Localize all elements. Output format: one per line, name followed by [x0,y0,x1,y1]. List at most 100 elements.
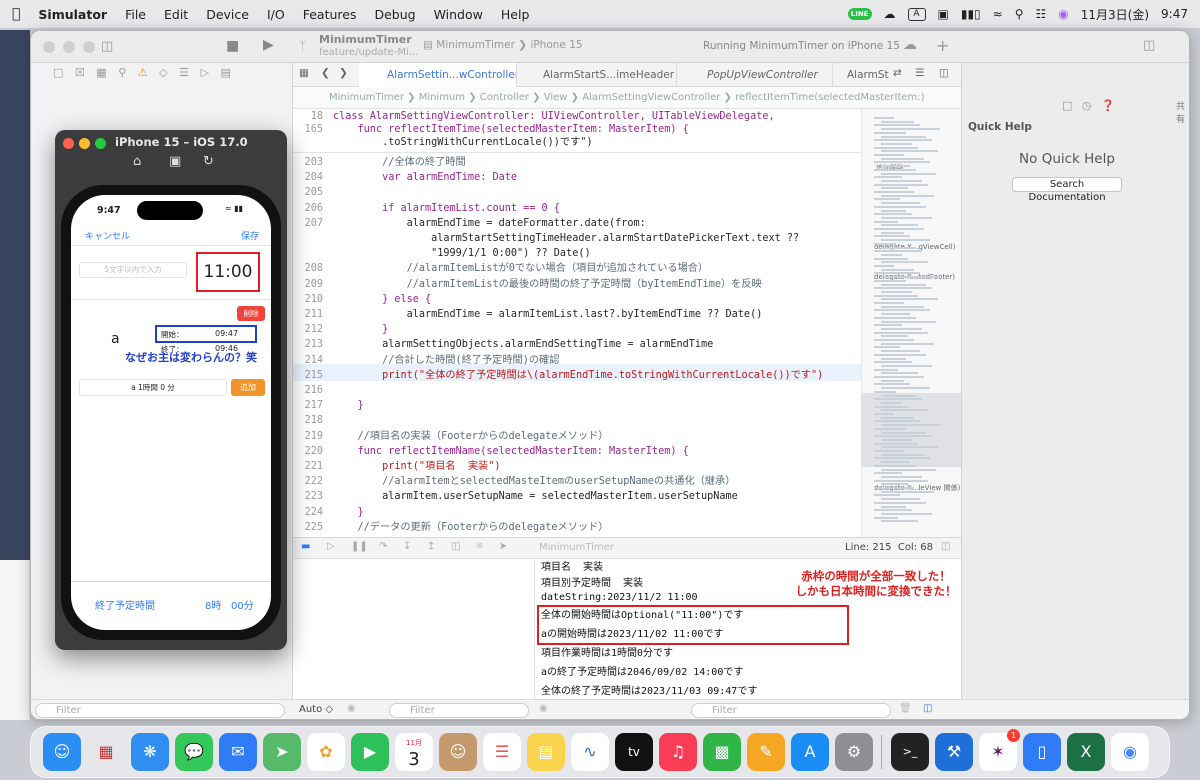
numbers-icon[interactable]: ▩ [703,733,741,771]
photos-icon[interactable]: ✿ [307,733,345,771]
sim-zoom-button[interactable] [95,138,106,149]
calendar-icon[interactable]: 11月 3 [395,733,433,771]
battery-icon[interactable]: ▮▮▯ [961,7,981,21]
step-in-icon[interactable]: ↧ [403,541,411,552]
file-inspector-icon[interactable]: □ [1062,99,1072,112]
tab-popup-controller[interactable]: PopUpViewController [677,63,833,87]
menu-time[interactable]: 9:47 [1161,7,1188,21]
add-tab-icon[interactable]: + [936,36,949,55]
add-item-field[interactable]: a 1時間 0 分 [79,379,227,396]
pages-icon[interactable]: ✎ [747,733,785,771]
name-input[interactable]: 5文字以内で入力 [79,262,187,278]
auto-selector[interactable]: Auto ◇ [299,704,333,715]
menu-window[interactable]: Window [434,7,483,22]
variables-filter-input[interactable]: Filter [389,703,529,718]
menu-debug[interactable]: Debug [374,7,415,22]
code-editor[interactable]: 18 class AlarmSettingViewController: UIVi… [293,109,861,537]
apple-icon[interactable]:  [12,6,20,22]
screen-mirror-icon[interactable]: ▣ [938,7,949,21]
input-source-icon[interactable]: A [907,7,926,21]
menu-device[interactable]: Device [206,7,249,22]
breakpoint-icon[interactable]: ▷ [200,66,208,79]
add-button[interactable]: 追加 [231,379,265,396]
console-toggle-icon[interactable]: ◫ [941,541,950,552]
rotate-icon[interactable]: ↻ [203,154,214,169]
footer-minutes[interactable]: 00分 [231,597,254,612]
trash-icon[interactable]: 🗑 [899,703,912,714]
menu-app-name[interactable]: Simulator [38,7,107,22]
jump-controller[interactable]: Controller [480,92,529,103]
forward-icon[interactable]: ❯ [339,67,348,79]
console-filter-input[interactable]: Filter [691,703,891,718]
jump-view[interactable]: View [544,92,568,103]
contacts-icon[interactable]: ☺ [439,733,477,771]
folder-icon[interactable]: □ [53,66,63,79]
symbol-icon[interactable]: ▦ [96,66,106,79]
console-output[interactable]: 項目名 実装 項目別予定時間 実装 dateString:2023/11/2 1… [535,559,961,699]
xcode-icon[interactable]: ⚒ [935,733,973,771]
breakpoints-icon[interactable]: ▷ [327,541,335,552]
variables-pane[interactable] [293,559,535,699]
app-store-icon[interactable]: A [791,733,829,771]
messages-icon[interactable]: 💬 [175,733,213,771]
window-zoom-button[interactable] [83,41,95,53]
debug-icon[interactable]: ☰ [179,66,189,79]
minimap[interactable]: 追加関数 delegate X...gViewCell) delegate X.… [861,109,961,537]
screenshot-icon[interactable]: ▣ [169,154,181,169]
menu-date[interactable]: 11月3日(金) [1081,6,1149,23]
menu-edit[interactable]: Edit [164,7,188,22]
menu-help[interactable]: Help [501,7,530,22]
music-icon[interactable]: ♫ [659,733,697,771]
grid-icon[interactable]: ▦ [299,67,309,79]
view-hierarchy-icon[interactable]: ◫ [451,541,460,552]
stop-icon[interactable]: ■ [226,38,239,54]
mail-icon[interactable]: ✉ [219,733,257,771]
navigator-filter-input[interactable]: Filter [35,703,285,718]
safari-icon[interactable]: ❋ [131,733,169,771]
back-icon[interactable]: ❮ [321,67,330,79]
test-icon[interactable]: ◇ [159,66,167,79]
search-documentation-button[interactable]: Search Documentation [1012,177,1122,203]
tab-alarm-setting[interactable]: AlarmSettin...wController [359,63,517,87]
memory-graph-icon[interactable]: ⚛ [475,541,484,552]
control-center-icon[interactable]: ☷ [1036,7,1047,21]
sim-minimize-button[interactable] [79,138,90,149]
line-status-icon[interactable]: LINE [847,8,872,20]
system-settings-icon[interactable]: ⚙ [835,733,873,771]
home-icon[interactable]: ⌂ [133,154,141,169]
layout-toggle-icon[interactable]: ◫ [923,703,932,714]
footer-hours[interactable]: 8時 [205,597,221,612]
menu-io[interactable]: I/O [267,7,285,22]
window-minimize-button[interactable] [63,41,75,53]
facetime-icon[interactable]: ▶ [351,733,389,771]
jump-project[interactable]: MinimumTimer [329,92,404,103]
freeform-icon[interactable]: ∿ [571,733,609,771]
jump-folder[interactable]: Minimum [419,92,465,103]
project-title[interactable]: MinimumTimer feature/update-Mi... [319,33,418,59]
history-icon[interactable]: ◷ [1082,99,1092,112]
sidebar-toggle-icon[interactable]: ◫ [101,39,113,54]
help-icon[interactable]: ❓ [1101,99,1115,112]
simulate-location-icon[interactable]: ➤ [499,541,507,552]
appletv-icon[interactable]: tv [615,733,653,771]
wifi-icon[interactable]: ≈ [993,7,1003,21]
inspector-toggle-icon[interactable]: ◫ [1143,38,1155,53]
excel-icon[interactable]: X [1067,733,1105,771]
minimap-viewport[interactable] [862,393,961,467]
notes-icon[interactable]: ▤ [527,733,565,771]
jump-file[interactable]: AlarmSettingViewController [582,92,720,103]
find-icon[interactable]: ⚲ [118,66,126,79]
scheme-selector[interactable]: ▤ MinimumTimer ❯ iPhone 15 [423,39,583,51]
issue-icon[interactable]: ⚠ [138,66,148,79]
cloud-icon[interactable]: ☁ [884,7,896,21]
search-icon[interactable]: ⚲ [1015,7,1024,21]
split-icon[interactable]: ◫ [939,67,949,79]
menu-file[interactable]: File [125,7,146,22]
save-button[interactable]: 保存 [241,229,259,242]
jump-method[interactable]: reflectItemTime(selectedMasterItem:) [735,92,924,103]
list-icon[interactable]: ☰ [915,67,924,79]
swap-icon[interactable]: ⇄ [893,67,902,79]
step-over-icon[interactable]: ↷ [379,541,387,552]
step-out-icon[interactable]: ↥ [427,541,435,552]
launchpad-icon[interactable]: ▦ [87,733,125,771]
